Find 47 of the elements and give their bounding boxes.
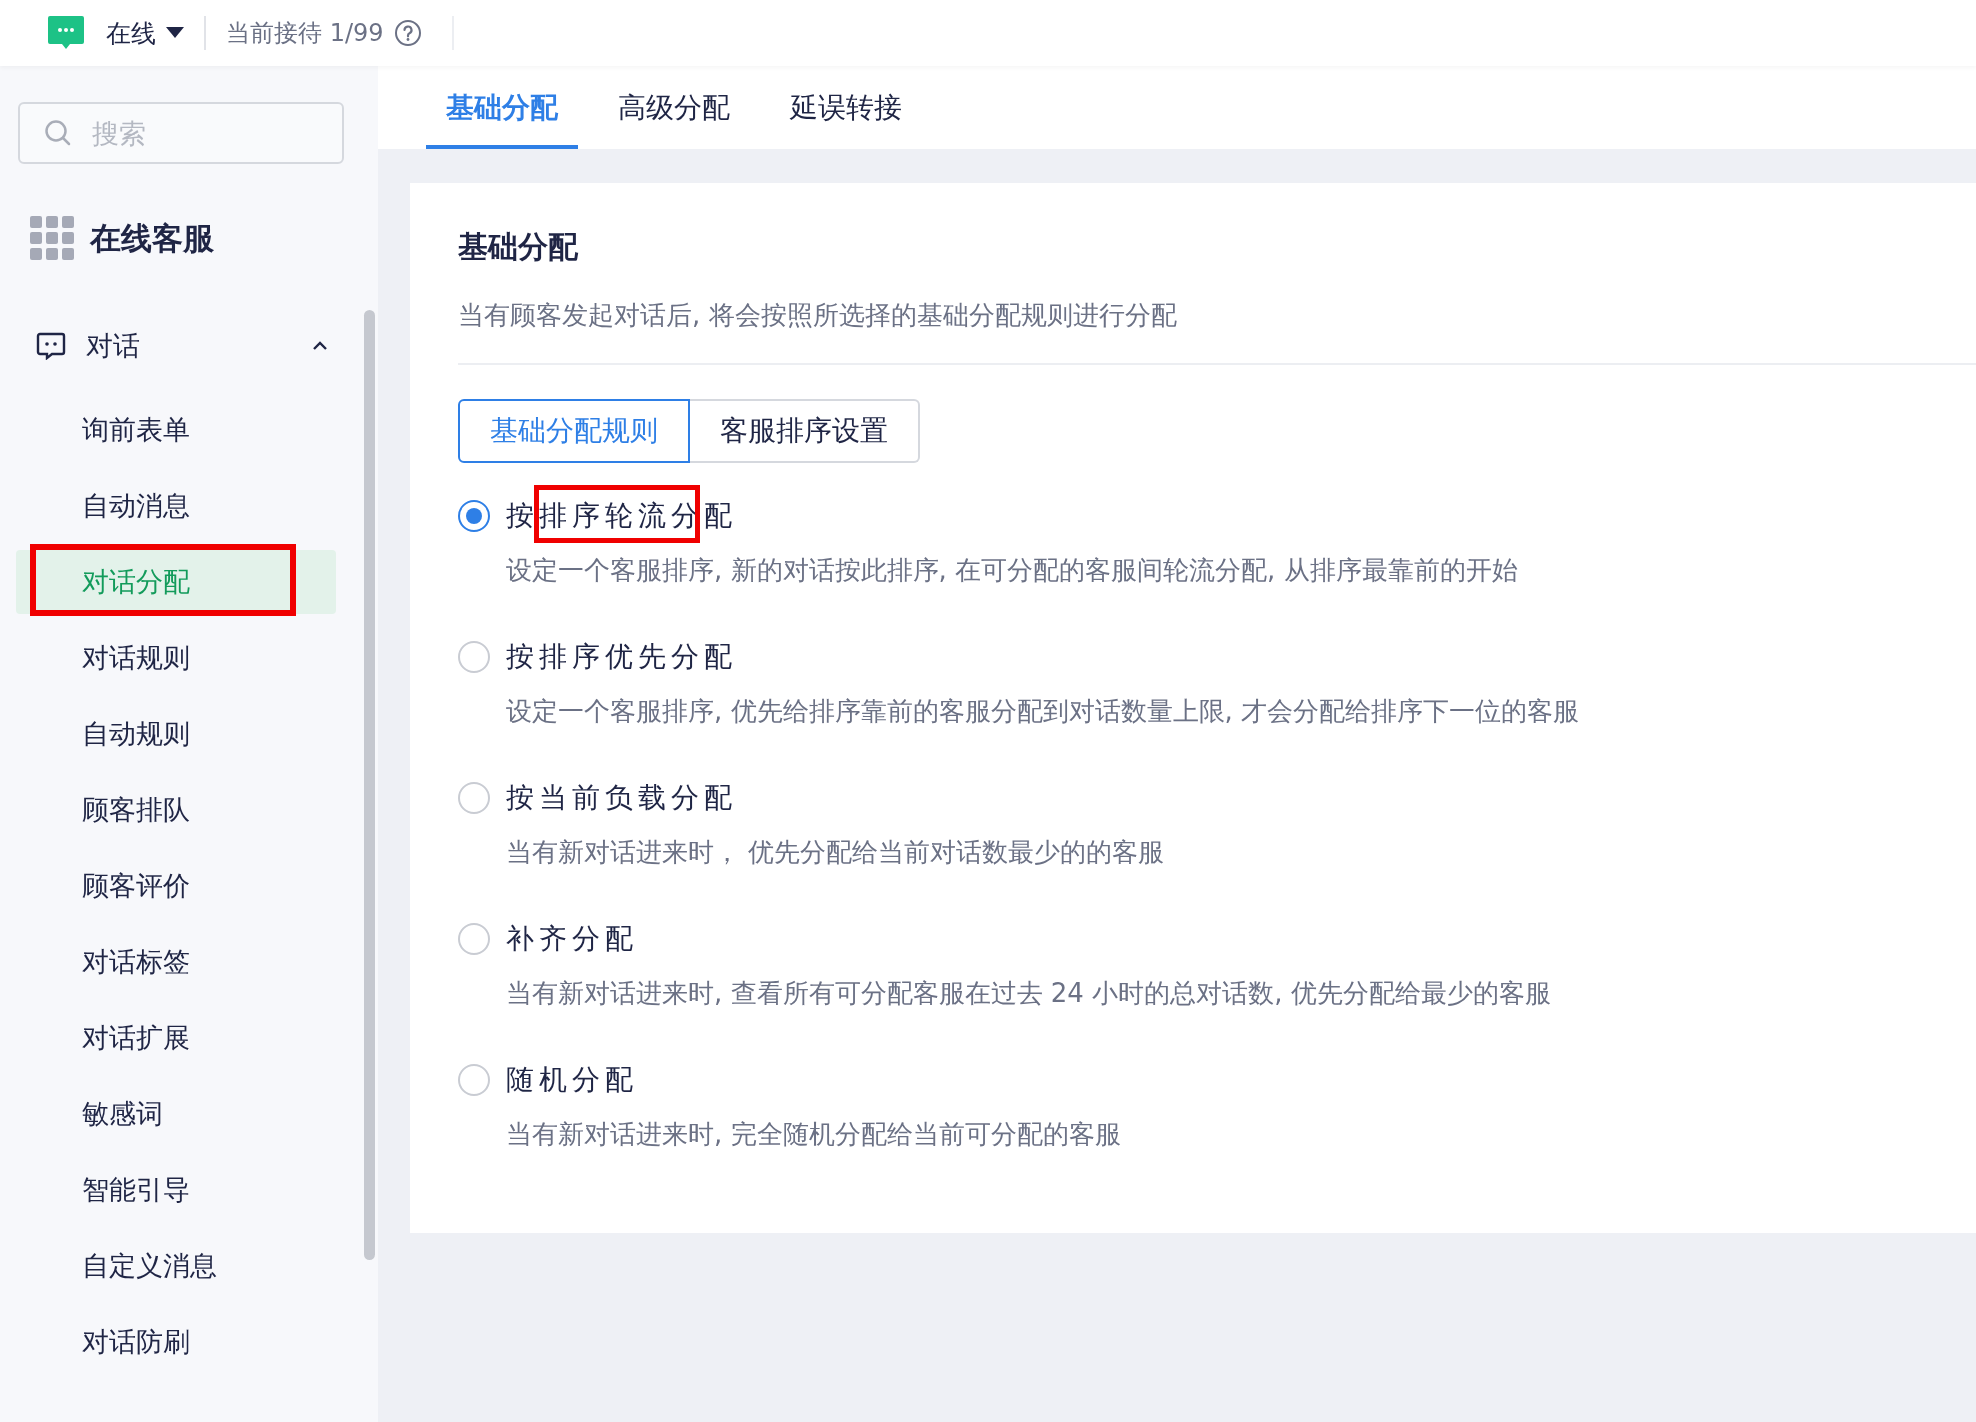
radio-button[interactable] [458,641,490,673]
option-label: 随机分配 [506,1062,638,1098]
option-description: 设定一个客服排序, 新的对话按此排序, 在可分配的客服间轮流分配, 从排序最靠前的开始 [506,554,1519,587]
segment-tab[interactable]: 客服排序设置 [690,399,920,463]
nav-item[interactable]: 敏感词 [16,1082,336,1146]
nav-item[interactable]: 对话防刷 [16,1310,336,1374]
reception-count: 当前接待 1/99 [226,18,384,49]
radio-button[interactable] [458,500,490,532]
option-description: 设定一个客服排序, 优先给排序靠前的客服分配到对话数量上限, 才会分配给排序下一位的客服 [506,695,1581,728]
nav-item[interactable]: 自定义消息 [16,1234,336,1298]
option-label: 按当前负载分配 [506,780,737,816]
tab[interactable]: 基础分配 [426,66,578,149]
nav-item[interactable]: 智能引导 [16,1158,336,1222]
card-description: 当有顾客发起对话后, 将会按照所选择的基础分配规则进行分配 [458,299,1178,332]
chevron-icon [312,341,328,351]
option-description: 当有新对话进来时， 优先分配给当前对话数最少的的客服 [506,836,1166,869]
nav-group-header[interactable]: 对话 [36,328,328,364]
option-label: 补齐分配 [506,921,638,957]
tab[interactable]: 高级分配 [598,66,750,149]
chat-bubble-icon [36,332,66,360]
nav-item[interactable]: 自动规则 [16,702,336,766]
nav-item[interactable]: 顾客评价 [16,854,336,918]
app-title: 在线客服 [90,219,214,258]
option-description: 当有新对话进来时, 完全随机分配给当前可分配的客服 [506,1118,1122,1151]
nav-item[interactable]: 对话标签 [16,930,336,994]
radio-button[interactable] [458,1064,490,1096]
status-dropdown[interactable]: 在线 [106,16,184,50]
nav-item[interactable]: 自动消息 [16,474,336,538]
nav-item[interactable]: 顾客排队 [16,778,336,842]
option-label: 按排序轮流分配 [506,498,737,534]
segment-tab[interactable]: 基础分配规则 [458,399,690,463]
card-title: 基础分配 [458,228,579,266]
search-field[interactable]: 搜索 [18,102,344,164]
option-description: 当有新对话进来时, 查看所有可分配客服在过去 24 小时的总对话数, 优先分配给最少的客服 [506,977,1552,1010]
app-grid-icon [30,216,76,262]
caret-icon [166,27,184,39]
chat-logo-icon [48,16,84,50]
radio-button[interactable] [458,782,490,814]
help-icon[interactable] [393,19,422,47]
nav-item[interactable]: 对话规则 [16,626,336,690]
tab[interactable]: 延误转接 [770,66,922,149]
nav-item[interactable]: 对话扩展 [16,1006,336,1070]
search-icon [44,119,72,147]
nav-item[interactable]: 询前表单 [16,398,336,462]
radio-button[interactable] [458,923,490,955]
option-label: 按排序优先分配 [506,639,737,675]
scrollbar[interactable] [364,310,375,1260]
